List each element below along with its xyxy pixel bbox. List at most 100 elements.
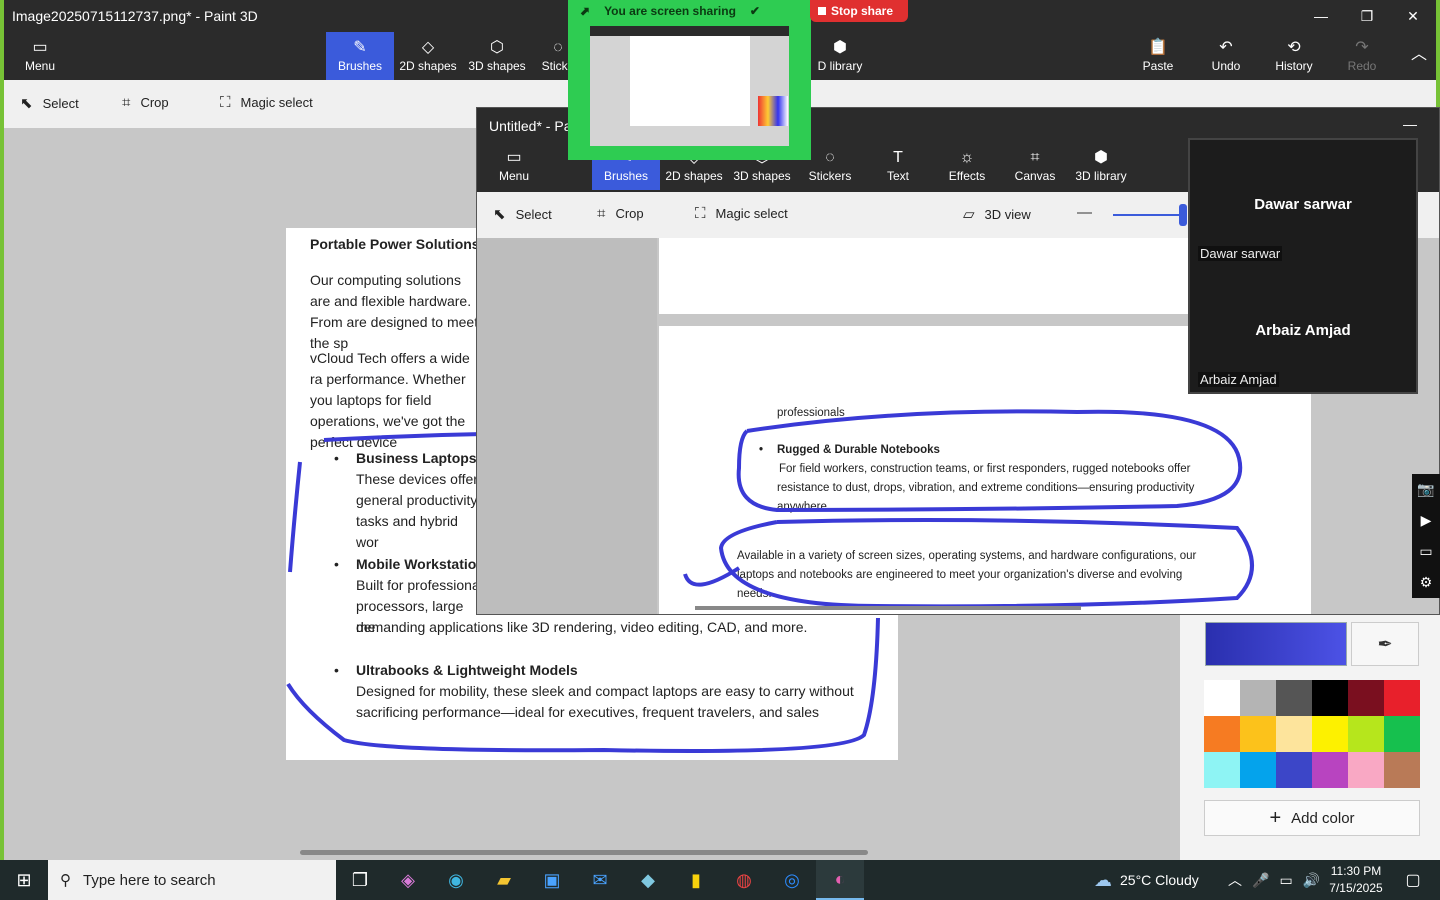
add-color-button[interactable]: + Add color: [1204, 800, 1420, 836]
shared-tab-stickers[interactable]: ◌ Stickers: [807, 142, 853, 190]
chevron-up-icon[interactable]: ︿: [1228, 870, 1242, 890]
menu-button[interactable]: ▭ Menu: [18, 32, 62, 80]
shared-tab-canvas[interactable]: ⌗ Canvas: [1015, 142, 1056, 190]
paste-button[interactable]: 📋 Paste: [1138, 32, 1178, 80]
shared-tab-text[interactable]: T Text: [883, 142, 913, 190]
crop-tool[interactable]: ⌗ Crop: [122, 94, 169, 111]
shared-horizontal-scrollbar[interactable]: [695, 606, 1081, 610]
system-tray: ︿ 🎤 ▭ 🔊: [1228, 860, 1320, 900]
color-swatch[interactable]: [1204, 680, 1240, 716]
zoom-icon[interactable]: ◎: [768, 860, 816, 900]
tab-2d-shapes[interactable]: ◇ 2D shapes: [396, 32, 460, 80]
gear-icon[interactable]: ⚙: [1420, 574, 1433, 591]
network-icon[interactable]: ▭: [1279, 872, 1292, 889]
history-button[interactable]: ⟲ History: [1272, 32, 1316, 80]
color-swatch[interactable]: [1276, 680, 1312, 716]
collapse-ribbon-button[interactable]: ︿: [1404, 32, 1434, 80]
weather-widget[interactable]: ☁ 25°C Cloudy: [1094, 860, 1199, 900]
shared-tab-effects[interactable]: ☼ Effects: [947, 142, 987, 190]
minimize-button[interactable]: —: [1298, 0, 1344, 32]
edge-icon[interactable]: ◉: [432, 860, 480, 900]
shared-minimize-button[interactable]: —: [1387, 108, 1433, 140]
zoom-slider[interactable]: [1113, 214, 1183, 216]
magic-select-tool[interactable]: ⛶ Magic select: [220, 94, 313, 111]
color-swatch[interactable]: [1276, 716, 1312, 752]
camera-icon[interactable]: 📷: [1417, 481, 1434, 498]
color-swatch[interactable]: [1312, 716, 1348, 752]
tab-3d-shapes[interactable]: ⬡ 3D shapes: [466, 32, 528, 80]
color-swatch[interactable]: [1204, 716, 1240, 752]
maximize-button[interactable]: ❐: [1344, 0, 1390, 32]
crop-icon: ⌗: [122, 94, 131, 111]
zoom-slider-thumb[interactable]: [1179, 204, 1187, 226]
color-swatch[interactable]: [1204, 752, 1240, 788]
clock-time: 11:30 PM: [1330, 864, 1382, 878]
shared-tab-3d-library[interactable]: ⬢ 3D library: [1075, 142, 1127, 190]
notification-icon[interactable]: ▢: [1396, 860, 1430, 900]
color-swatch[interactable]: [1240, 752, 1276, 788]
video-icon[interactable]: ▶: [1421, 512, 1432, 529]
start-button[interactable]: ⊞: [0, 860, 48, 900]
shared-3d-view-label: 3D view: [984, 206, 1031, 222]
select-tool[interactable]: ⬉ Select: [20, 94, 79, 112]
paint3d-icon[interactable]: ◐: [816, 860, 864, 900]
close-button[interactable]: ✕: [1390, 0, 1436, 32]
color-swatch[interactable]: [1240, 716, 1276, 752]
tab-3d-library[interactable]: ⬢ D library: [812, 32, 868, 80]
shared-crop-tool[interactable]: ⌗ Crop: [597, 205, 644, 222]
chevron-up-icon: ︿: [1410, 46, 1427, 63]
copilot-icon[interactable]: ◈: [384, 860, 432, 900]
zoom-out-icon[interactable]: —: [1077, 204, 1092, 221]
store-icon[interactable]: ▣: [528, 860, 576, 900]
cursor-icon: ⬉: [20, 95, 33, 112]
microphone-icon[interactable]: 🎤: [1252, 872, 1269, 889]
shared-select-tool[interactable]: ⬉ Select: [493, 205, 552, 223]
menu-label: Menu: [24, 59, 56, 73]
paste-label: Paste: [1142, 59, 1174, 73]
volume-icon[interactable]: 🔊: [1303, 872, 1320, 889]
screen-sharing-bar[interactable]: ⬈ You are screen sharing ✔: [568, 0, 811, 22]
bullet-text-3: Designed for mobility, these sleek and c…: [356, 683, 854, 720]
horizontal-scrollbar[interactable]: [300, 850, 868, 855]
task-view-icon[interactable]: ❐: [336, 860, 384, 900]
mail-icon[interactable]: ✉: [576, 860, 624, 900]
shared-bullet-title: Rugged & Durable Notebooks: [777, 444, 940, 456]
color-swatch[interactable]: [1348, 752, 1384, 788]
current-color-swatch[interactable]: [1205, 622, 1347, 666]
eyedropper-button[interactable]: ✒: [1351, 622, 1419, 666]
color-swatch[interactable]: [1312, 752, 1348, 788]
color-swatch[interactable]: [1348, 716, 1384, 752]
windows-icon: ⊞: [16, 869, 32, 890]
color-swatch[interactable]: [1384, 680, 1420, 716]
shared-closing-line-1: Available in a variety of screen sizes, …: [737, 550, 1197, 562]
taskbar-search[interactable]: ⚲ Type here to search: [48, 860, 336, 900]
shared-bullet-line-2: resistance to dust, drops, vibration, an…: [777, 482, 1195, 494]
shared-3d-view-toggle[interactable]: ▱ 3D view: [963, 205, 1031, 223]
folder-icon: ▭: [32, 39, 48, 56]
doc-paragraph-1: Our computing solutions are and flexible…: [310, 272, 479, 351]
participant-2-name: Arbaiz Amjad: [1255, 322, 1351, 339]
redo-button[interactable]: ↷ Redo: [1344, 32, 1380, 80]
color-swatch[interactable]: [1348, 680, 1384, 716]
tab-brushes[interactable]: ✎ Brushes: [326, 32, 394, 80]
eyedropper-icon: ✒: [1377, 633, 1393, 654]
shared-menu-button[interactable]: ▭ Menu: [495, 142, 533, 190]
shared-magic-select-tool[interactable]: ⛶ Magic select: [695, 205, 788, 222]
bullet-dot: •: [334, 450, 339, 466]
color-swatch[interactable]: [1312, 680, 1348, 716]
window-icon[interactable]: ▭: [1419, 543, 1432, 560]
undo-button[interactable]: ↶ Undo: [1208, 32, 1244, 80]
color-swatch[interactable]: [1240, 680, 1276, 716]
file-explorer-icon[interactable]: ▰: [480, 860, 528, 900]
color-swatch[interactable]: [1384, 716, 1420, 752]
color-swatch[interactable]: [1384, 752, 1420, 788]
chrome-icon[interactable]: ◍: [720, 860, 768, 900]
taskbar-clock[interactable]: 11:30 PM 7/15/2025: [1326, 863, 1386, 897]
redo-icon: ↷: [1355, 39, 1369, 56]
sticky-notes-icon[interactable]: ▮: [672, 860, 720, 900]
stop-share-button[interactable]: Stop share: [810, 0, 908, 22]
library-icon: ⬢: [1094, 149, 1108, 166]
screen-sharing-label: You are screen sharing: [604, 4, 736, 18]
color-swatch[interactable]: [1276, 752, 1312, 788]
app-icon[interactable]: ◆: [624, 860, 672, 900]
